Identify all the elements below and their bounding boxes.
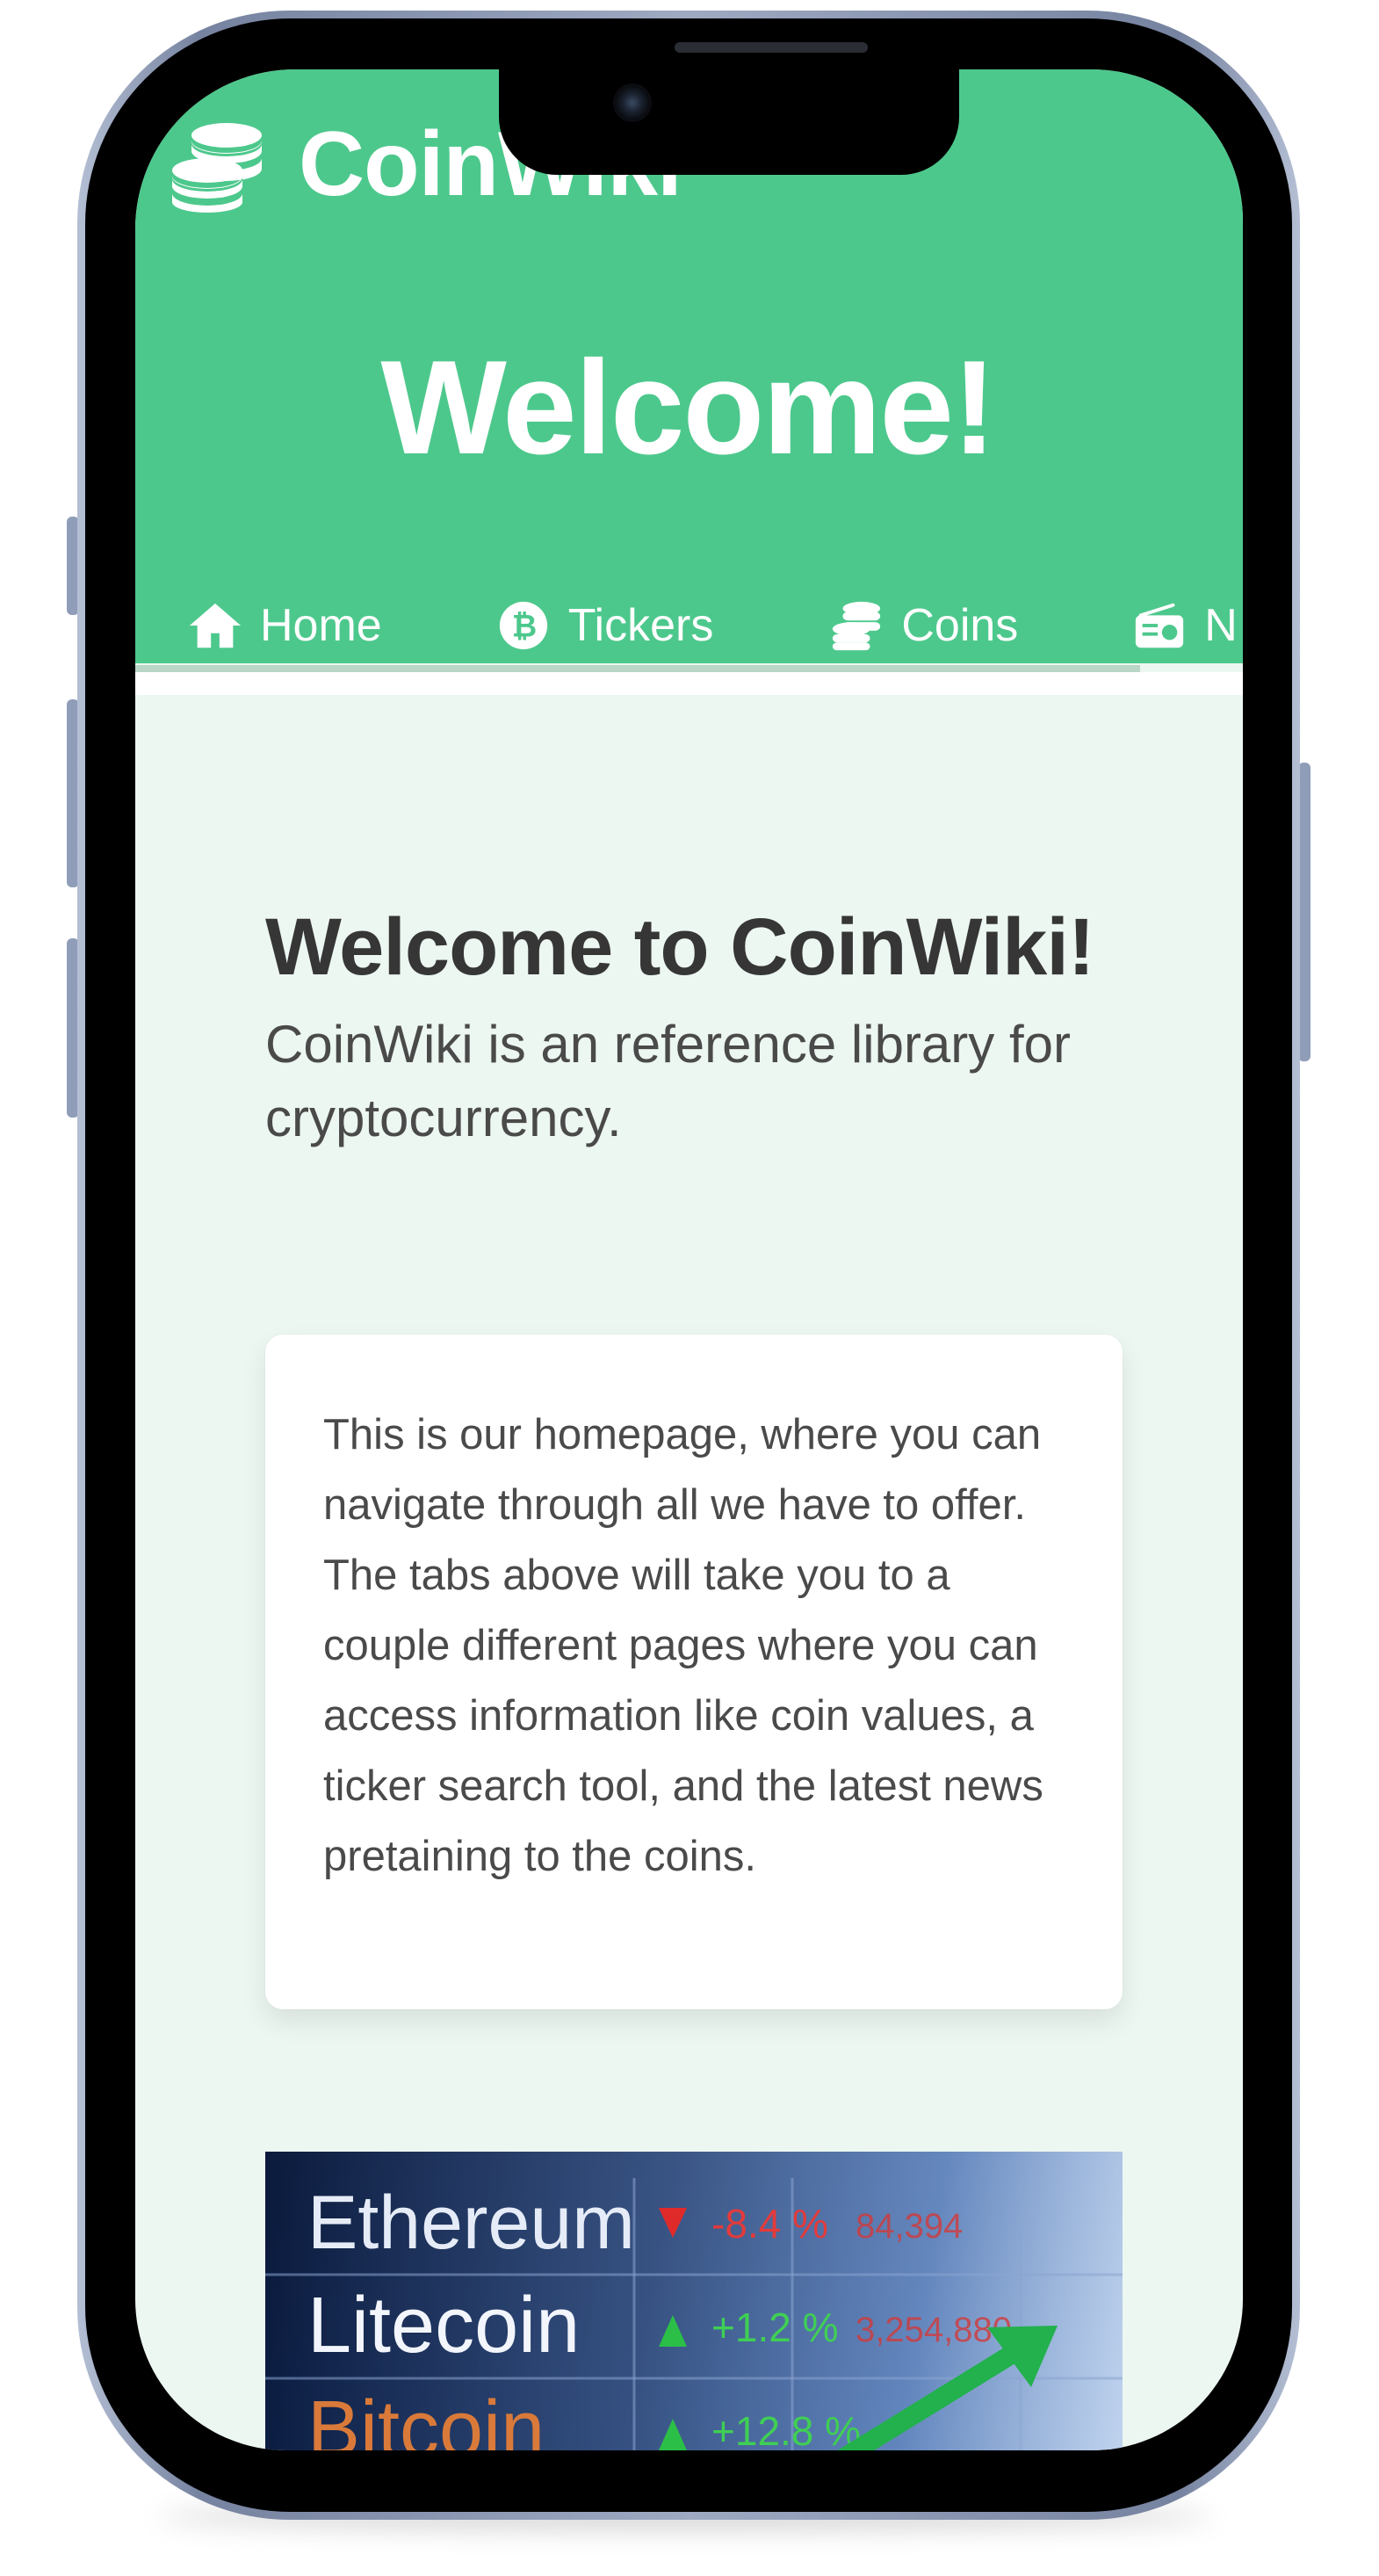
ticker-name-0: Ethereum (307, 2181, 635, 2265)
phone-frame: CoinWiki Welcome! Home ₿ Tickers Coins N… (77, 11, 1300, 2520)
tab-tickers-label: Tickers (567, 600, 714, 651)
earpiece-speaker (675, 42, 868, 53)
hero-title: Welcome! (380, 333, 996, 482)
tab-news[interactable]: N (1132, 598, 1238, 653)
tab-news-label: N (1204, 600, 1238, 651)
ticker-value-0: 84,394 (856, 2207, 963, 2246)
ticker-change-1: +1.2 % (711, 2305, 839, 2350)
tab-home-label: Home (260, 600, 382, 651)
intro-card: This is our homepage, where you can navi… (265, 1335, 1123, 2009)
front-camera (613, 83, 652, 122)
power-button (1298, 763, 1310, 1061)
ticker-name-1: Litecoin (307, 2282, 580, 2370)
intro-section: Welcome to CoinWiki! CoinWiki is an refe… (265, 895, 1123, 1155)
header-divider (135, 672, 1243, 695)
bitcoin-icon: ₿ (499, 601, 547, 650)
tab-tickers[interactable]: ₿ Tickers (496, 598, 714, 653)
radio-icon (1136, 603, 1184, 648)
phone-bezel: CoinWiki Welcome! Home ₿ Tickers Coins N… (85, 18, 1292, 2512)
ticker-change-2: +12.8 % (711, 2408, 861, 2450)
tab-underline (135, 665, 1140, 672)
ticker-change-0: -8.4 % (711, 2201, 828, 2247)
tab-bar: Home ₿ Tickers Coins N (135, 588, 1243, 663)
home-icon (189, 603, 242, 648)
coins-icon (833, 601, 881, 651)
tab-coins[interactable]: Coins (829, 598, 1018, 653)
coins-stack-icon (172, 123, 262, 213)
page-title: Welcome to CoinWiki! (265, 902, 1095, 992)
intro-card-text: This is our homepage, where you can navi… (323, 1411, 1043, 1880)
ticker-value-1: 3,254,880 (856, 2311, 1012, 2349)
tab-home[interactable]: Home (188, 598, 382, 653)
svg-text:₿: ₿ (511, 610, 536, 645)
ticker-name-2: Bitcoin (307, 2385, 545, 2450)
app-screen: CoinWiki Welcome! Home ₿ Tickers Coins N… (135, 69, 1243, 2450)
notch (499, 69, 959, 175)
page-subtitle: CoinWiki is an reference library for cry… (265, 1015, 1071, 1147)
ticker-board: Ethereum -8.4 % 84,394 Litecoin +1.2 % 3,254,… (265, 2152, 1123, 2450)
crypto-ticker-image: Ethereum -8.4 % 84,394 Litecoin +1.2 % 3,254,… (265, 2152, 1123, 2450)
tab-coins-label: Coins (901, 600, 1019, 651)
